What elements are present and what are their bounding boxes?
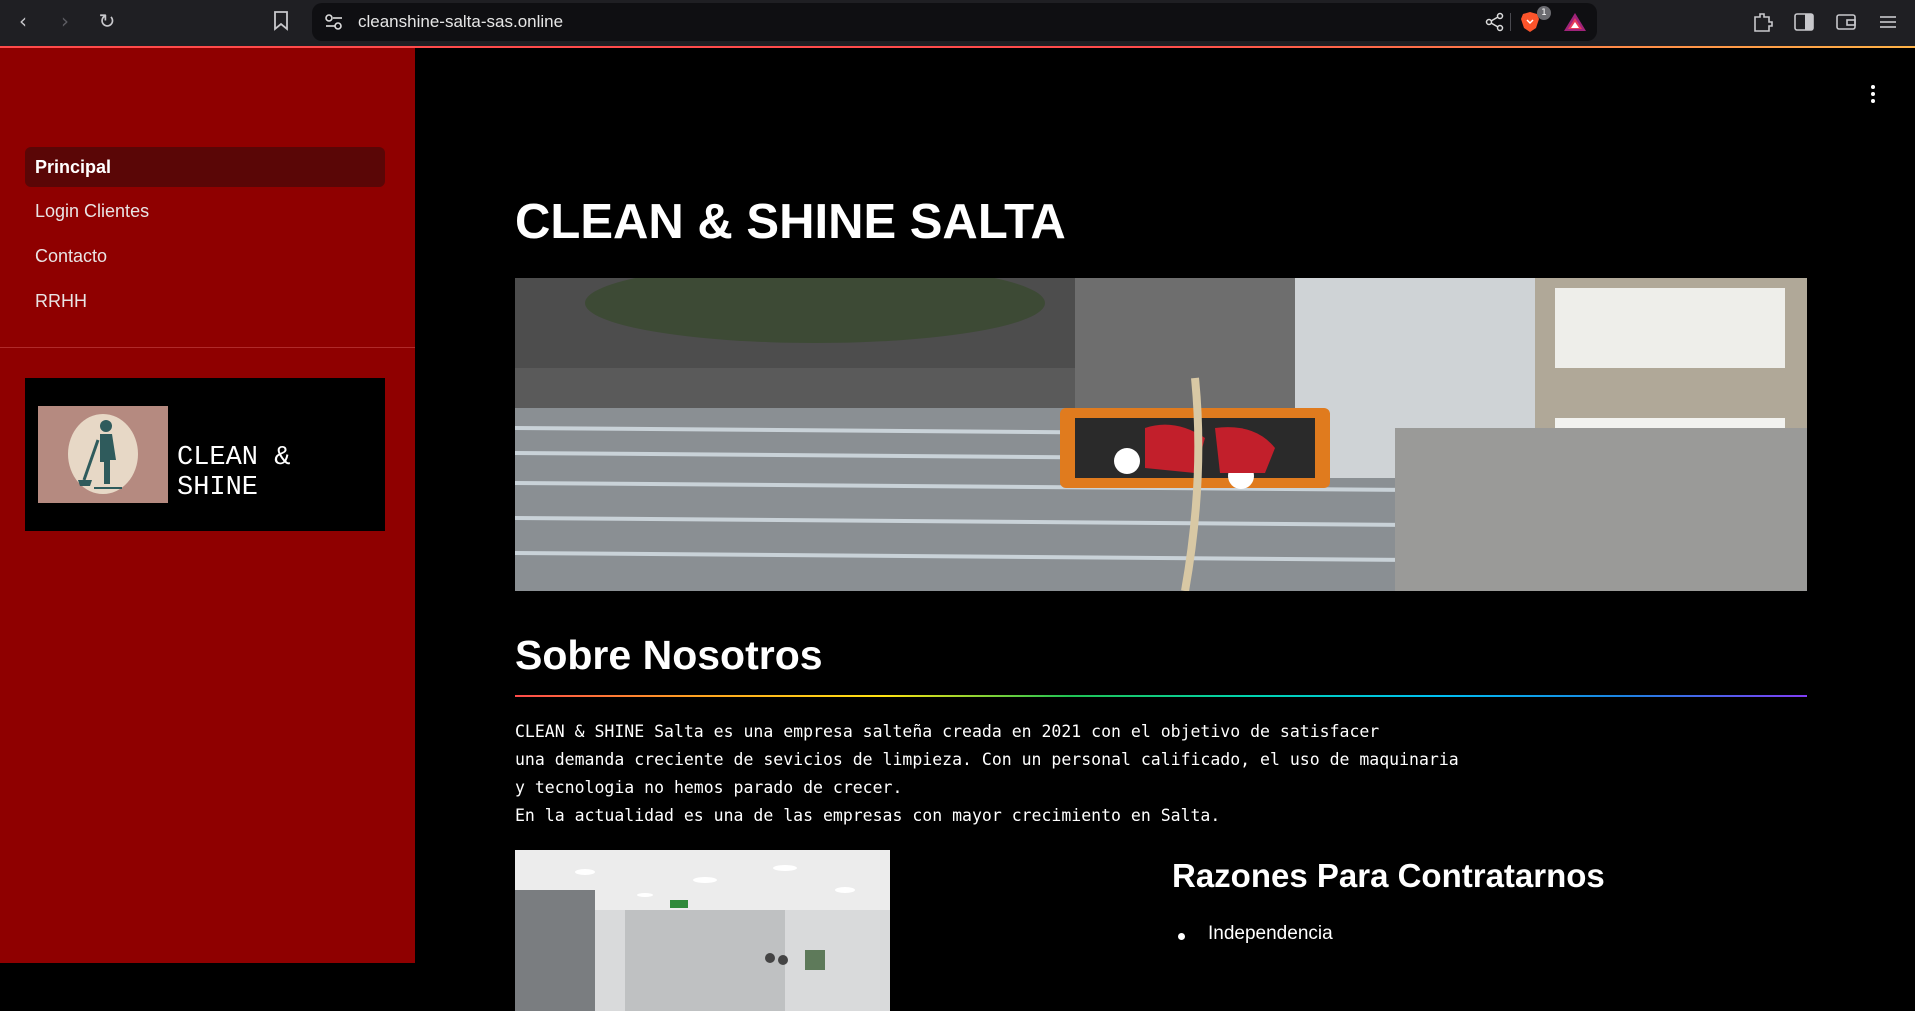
cleaner-figure-icon [78, 420, 122, 489]
about-paragraph: CLEAN & SHINE Salta es una empresa salte… [515, 718, 1459, 830]
office-image [515, 850, 890, 1011]
about-line: una demanda creciente de sevicios de lim… [515, 750, 1459, 769]
wallet-icon[interactable] [1834, 11, 1858, 33]
sidebar: Principal Login Clientes Contacto RRHH C… [0, 48, 415, 963]
more-options-icon[interactable] [1861, 82, 1885, 106]
menu-icon[interactable] [1876, 11, 1900, 33]
share-icon[interactable] [1485, 12, 1505, 32]
site-settings-icon[interactable] [324, 13, 344, 31]
address-bar[interactable]: cleanshine-salta-sas.online 1 [312, 3, 1597, 41]
brave-rewards-icon[interactable] [1563, 12, 1587, 32]
sidebar-item-login-clientes[interactable]: Login Clientes [25, 191, 385, 231]
sidebar-divider [0, 347, 415, 348]
hero-image [515, 278, 1807, 591]
extensions-icon[interactable] [1751, 11, 1775, 33]
logo-text: CLEAN & SHINE [177, 443, 291, 503]
about-heading: Sobre Nosotros [515, 632, 823, 678]
main-content: CLEAN & SHINE SALTA Sobre Nosotros CLEAN… [415, 48, 1915, 1011]
company-logo: CLEAN & SHINE [25, 378, 385, 531]
forward-icon[interactable]: › [50, 8, 80, 34]
sidebar-toggle-icon[interactable] [1792, 11, 1816, 33]
reasons-heading: Razones Para Contratarnos [1172, 857, 1605, 894]
back-icon[interactable]: ‹ [8, 8, 38, 34]
logo-emblem [38, 406, 168, 503]
sidebar-item-principal[interactable]: Principal [25, 147, 385, 187]
sidebar-item-contacto[interactable]: Contacto [25, 236, 385, 276]
bookmark-icon[interactable] [272, 10, 290, 32]
shields-count-badge: 1 [1537, 6, 1551, 20]
reasons-list: Independencia [1172, 923, 1333, 945]
about-line: En la actualidad es una de las empresas … [515, 806, 1221, 825]
sidebar-item-rrhh[interactable]: RRHH [25, 281, 385, 321]
url-text[interactable]: cleanshine-salta-sas.online [358, 12, 563, 32]
url-divider [1510, 13, 1511, 31]
page-title: CLEAN & SHINE SALTA [515, 195, 1066, 249]
reload-icon[interactable]: ↻ [92, 8, 122, 34]
about-line: y tecnologia no hemos parado de crecer. [515, 778, 903, 797]
rainbow-divider [515, 695, 1807, 697]
about-line: CLEAN & SHINE Salta es una empresa salte… [515, 722, 1380, 741]
browser-toolbar: ‹ › ↻ cleanshine-salta-sas.online 1 [0, 0, 1915, 48]
list-item: Independencia [1172, 923, 1333, 945]
